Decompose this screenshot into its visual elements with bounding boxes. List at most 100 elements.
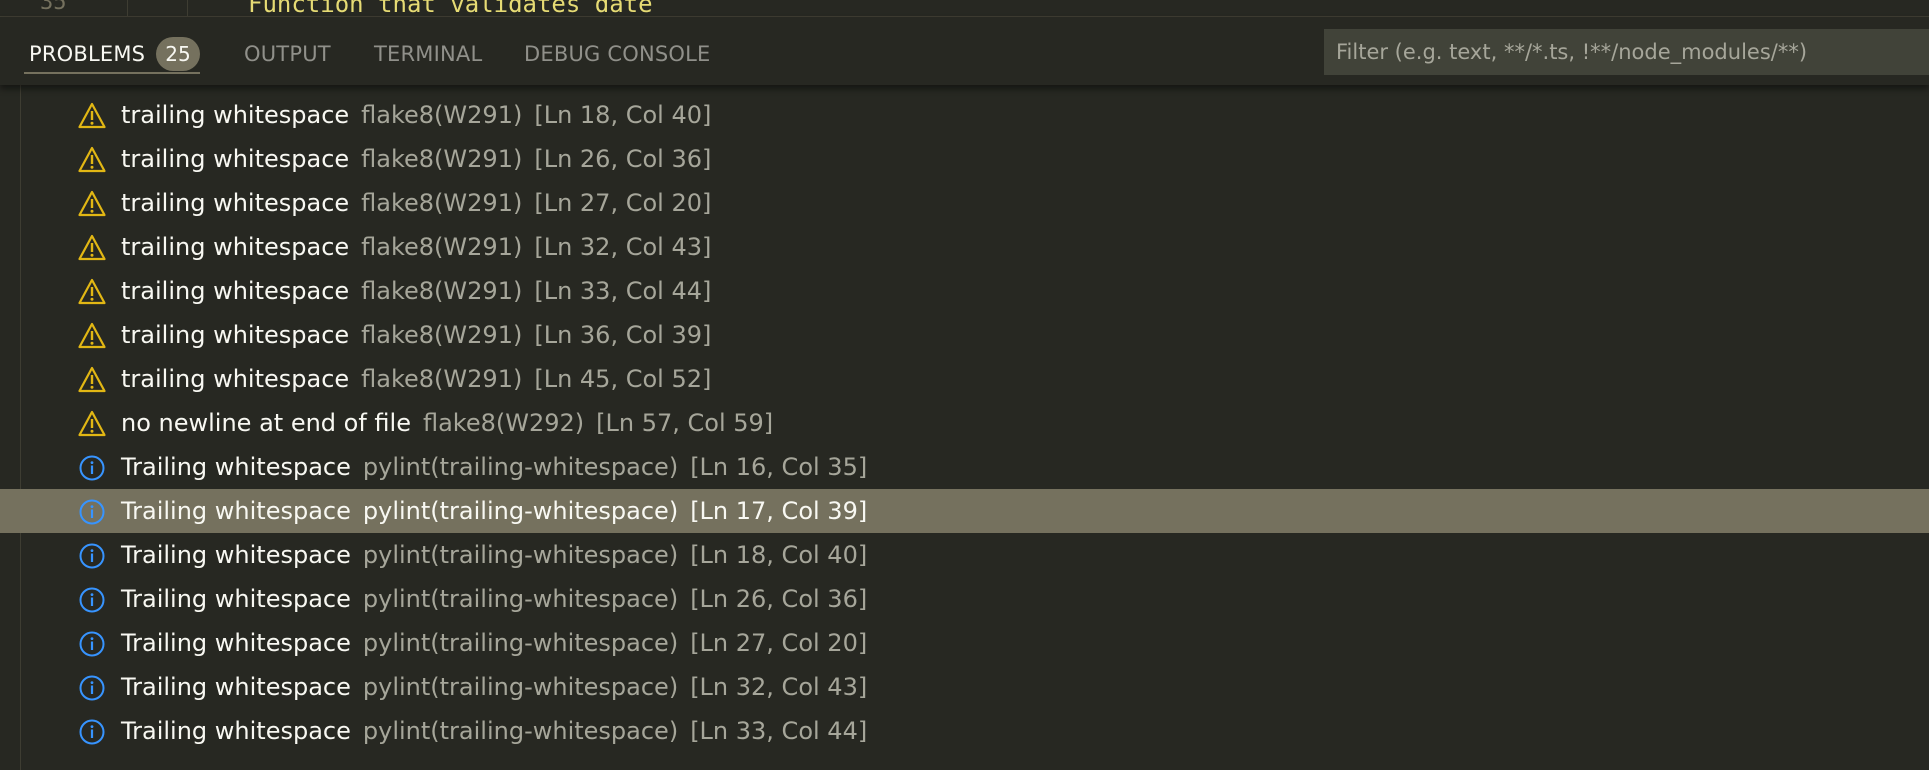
warning-icon — [78, 322, 106, 350]
problem-row[interactable]: Trailing whitespace pylint(trailing-white… — [0, 709, 1929, 753]
problem-row[interactable]: trailing whitespace flake8(W291) [Ln 32, C… — [0, 225, 1929, 269]
indent-guide — [187, 0, 188, 16]
info-icon — [78, 674, 106, 702]
problem-row[interactable]: Trailing whitespace pylint(trailing-white… — [0, 665, 1929, 709]
filter-input[interactable] — [1324, 29, 1929, 75]
problem-source: flake8(W291) — [361, 233, 523, 261]
problem-location: [Ln 18, Col 40] — [690, 541, 868, 569]
problem-source: pylint(trailing-whitespace) — [362, 585, 679, 613]
problem-message: trailing whitespace — [121, 277, 350, 305]
tab-output[interactable]: OUTPUT — [244, 36, 331, 72]
problem-text: Trailing whitespace pylint(trailing-white… — [121, 533, 867, 577]
problem-message: Trailing whitespace — [121, 673, 351, 701]
info-icon — [78, 718, 106, 746]
problem-source: pylint(trailing-whitespace) — [362, 497, 679, 525]
problem-location: [Ln 36, Col 39] — [534, 321, 712, 349]
problem-source: flake8(W291) — [361, 101, 523, 129]
problem-row[interactable]: trailing whitespace flake8(W291) [Ln 18, C… — [0, 93, 1929, 137]
problem-message: trailing whitespace — [121, 321, 350, 349]
problem-message: Trailing whitespace — [121, 585, 351, 613]
problem-row[interactable]: trailing whitespace flake8(W291) [Ln 27, C… — [0, 181, 1929, 225]
problem-text: Trailing whitespace pylint(trailing-white… — [121, 577, 867, 621]
problem-count-badge: 25 — [156, 37, 200, 71]
problem-text: Trailing whitespace pylint(trailing-white… — [121, 709, 867, 753]
problem-message: Trailing whitespace — [121, 717, 351, 745]
problems-list: trailing whitespace flake8(W291) [Ln 17, C… — [0, 66, 1929, 770]
problem-source: flake8(W291) — [361, 277, 523, 305]
warning-icon — [78, 146, 106, 174]
warning-icon — [78, 102, 106, 130]
problem-row[interactable]: Trailing whitespace pylint(trailing-white… — [0, 445, 1929, 489]
problem-message: trailing whitespace — [121, 365, 350, 393]
problem-text: trailing whitespace flake8(W291) [Ln 26, C… — [121, 137, 711, 181]
info-icon — [78, 630, 106, 658]
problem-location: [Ln 27, Col 20] — [534, 189, 712, 217]
problem-source: pylint(trailing-whitespace) — [362, 541, 679, 569]
info-icon — [78, 454, 106, 482]
editor-peek: 35 Function that validates date — [0, 0, 1929, 17]
problem-row[interactable]: trailing whitespace flake8(W291) [Ln 26, C… — [0, 137, 1929, 181]
problem-row[interactable]: trailing whitespace flake8(W291) [Ln 33, C… — [0, 269, 1929, 313]
problem-source: pylint(trailing-whitespace) — [362, 629, 679, 657]
problem-text: Trailing whitespace pylint(trailing-white… — [121, 445, 867, 489]
tab-problems[interactable]: PROBLEMS — [29, 36, 145, 72]
problem-text: trailing whitespace flake8(W291) [Ln 36, C… — [121, 313, 711, 357]
problem-location: [Ln 26, Col 36] — [534, 145, 712, 173]
problem-message: trailing whitespace — [121, 145, 350, 173]
warning-icon — [78, 410, 106, 438]
problem-row[interactable]: trailing whitespace flake8(W291) [Ln 45, C… — [0, 357, 1929, 401]
tab-terminal[interactable]: TERMINAL — [374, 36, 482, 72]
info-icon — [78, 586, 106, 614]
problem-message: Trailing whitespace — [121, 629, 351, 657]
panel-header: PROBLEMS 25 OUTPUT TERMINAL DEBUG CONSOL… — [0, 17, 1929, 85]
info-icon — [78, 498, 106, 526]
warning-icon — [78, 366, 106, 394]
problem-location: [Ln 17, Col 39] — [690, 497, 868, 525]
problems-panel-window: 35 Function that validates date PROBLEMS… — [0, 0, 1929, 770]
problem-message: no newline at end of file — [121, 409, 411, 437]
info-icon — [78, 542, 106, 570]
problem-row[interactable]: Trailing whitespace pylint(trailing-white… — [0, 533, 1929, 577]
problem-location: [Ln 26, Col 36] — [690, 585, 868, 613]
editor-code-line: Function that validates date — [248, 0, 653, 17]
problem-text: Trailing whitespace pylint(trailing-white… — [121, 665, 867, 709]
problem-text: trailing whitespace flake8(W291) [Ln 18, C… — [121, 93, 711, 137]
problem-location: [Ln 32, Col 43] — [690, 673, 868, 701]
problem-row-selected[interactable]: Trailing whitespace pylint(trailing-white… — [0, 489, 1929, 533]
problem-text: trailing whitespace flake8(W291) [Ln 27, C… — [121, 181, 711, 225]
problem-location: [Ln 32, Col 43] — [534, 233, 712, 261]
problem-row[interactable]: trailing whitespace flake8(W291) [Ln 36, C… — [0, 313, 1929, 357]
problem-location: [Ln 16, Col 35] — [690, 453, 868, 481]
problem-text: no newline at end of file flake8(W292) [Ln… — [121, 401, 773, 445]
problem-location: [Ln 45, Col 52] — [534, 365, 712, 393]
problem-text: trailing whitespace flake8(W291) [Ln 32, C… — [121, 225, 711, 269]
problem-source: pylint(trailing-whitespace) — [362, 453, 679, 481]
problem-source: flake8(W291) — [361, 321, 523, 349]
problem-location: [Ln 33, Col 44] — [690, 717, 868, 745]
warning-icon — [78, 278, 106, 306]
problem-text: Trailing whitespace pylint(trailing-white… — [121, 489, 867, 533]
warning-icon — [78, 190, 106, 218]
problem-row[interactable]: Trailing whitespace pylint(trailing-white… — [0, 621, 1929, 665]
problem-location: [Ln 57, Col 59] — [596, 409, 774, 437]
warning-icon — [78, 234, 106, 262]
problem-message: Trailing whitespace — [121, 497, 351, 525]
problem-location: [Ln 27, Col 20] — [690, 629, 868, 657]
problem-row[interactable]: no newline at end of file flake8(W292) [Ln… — [0, 401, 1929, 445]
problem-message: Trailing whitespace — [121, 541, 351, 569]
problem-source: flake8(W292) — [422, 409, 585, 437]
tab-debug-console[interactable]: DEBUG CONSOLE — [524, 36, 711, 72]
problem-message: trailing whitespace — [121, 233, 350, 261]
gutter-divider — [127, 0, 128, 16]
problem-source: flake8(W291) — [361, 365, 523, 393]
problem-source: pylint(trailing-whitespace) — [362, 717, 679, 745]
problem-location: [Ln 18, Col 40] — [534, 101, 712, 129]
problem-location: [Ln 33, Col 44] — [534, 277, 712, 305]
problem-message: trailing whitespace — [121, 101, 350, 129]
problem-source: pylint(trailing-whitespace) — [362, 673, 679, 701]
problem-source: flake8(W291) — [361, 189, 523, 217]
problem-text: trailing whitespace flake8(W291) [Ln 33, C… — [121, 269, 711, 313]
active-tab-indicator — [24, 72, 200, 74]
editor-line-number: 35 — [40, 0, 67, 15]
problem-row[interactable]: Trailing whitespace pylint(trailing-white… — [0, 577, 1929, 621]
